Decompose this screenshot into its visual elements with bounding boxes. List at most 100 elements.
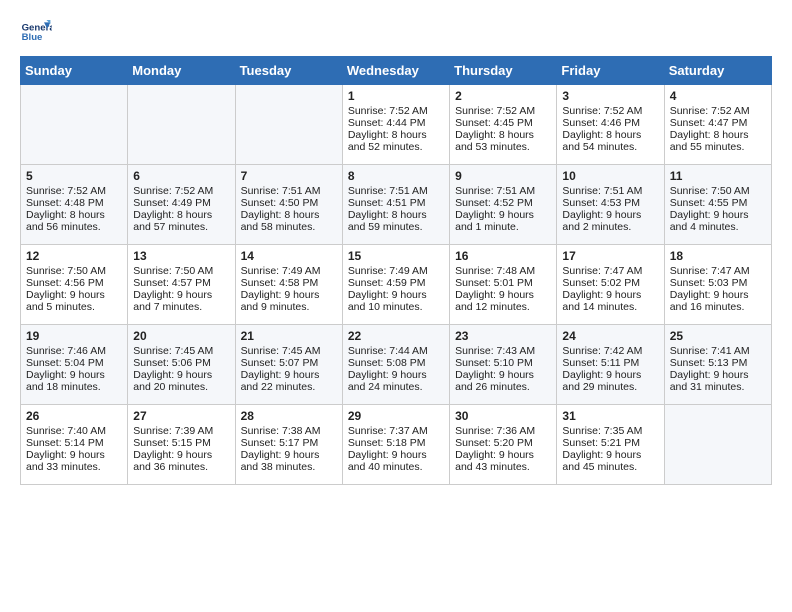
day-number: 20	[133, 329, 229, 343]
page: General Blue SundayMondayTuesdayWednesda…	[0, 0, 792, 501]
logo: General Blue	[20, 16, 56, 48]
day-content: Sunset: 4:46 PM	[562, 117, 658, 129]
day-content: Sunset: 5:20 PM	[455, 437, 551, 449]
day-content: Daylight: 9 hours and 36 minutes.	[133, 449, 229, 473]
calendar-cell	[235, 85, 342, 165]
day-content: Sunset: 5:13 PM	[670, 357, 766, 369]
day-number: 2	[455, 89, 551, 103]
weekday-header-sunday: Sunday	[21, 57, 128, 85]
day-content: Sunset: 4:50 PM	[241, 197, 337, 209]
calendar-cell: 6Sunrise: 7:52 AMSunset: 4:49 PMDaylight…	[128, 165, 235, 245]
calendar-cell: 29Sunrise: 7:37 AMSunset: 5:18 PMDayligh…	[342, 405, 449, 485]
day-number: 14	[241, 249, 337, 263]
calendar-cell: 5Sunrise: 7:52 AMSunset: 4:48 PMDaylight…	[21, 165, 128, 245]
calendar-cell: 13Sunrise: 7:50 AMSunset: 4:57 PMDayligh…	[128, 245, 235, 325]
day-content: Sunrise: 7:36 AM	[455, 425, 551, 437]
day-content: Daylight: 9 hours and 38 minutes.	[241, 449, 337, 473]
calendar-cell: 23Sunrise: 7:43 AMSunset: 5:10 PMDayligh…	[450, 325, 557, 405]
day-content: Sunset: 5:04 PM	[26, 357, 122, 369]
day-content: Sunset: 4:56 PM	[26, 277, 122, 289]
weekday-header-wednesday: Wednesday	[342, 57, 449, 85]
day-content: Daylight: 8 hours and 54 minutes.	[562, 129, 658, 153]
day-number: 24	[562, 329, 658, 343]
weekday-header-thursday: Thursday	[450, 57, 557, 85]
day-content: Sunrise: 7:50 AM	[133, 265, 229, 277]
calendar-cell: 16Sunrise: 7:48 AMSunset: 5:01 PMDayligh…	[450, 245, 557, 325]
day-number: 8	[348, 169, 444, 183]
day-number: 9	[455, 169, 551, 183]
day-content: Sunset: 4:45 PM	[455, 117, 551, 129]
weekday-header-monday: Monday	[128, 57, 235, 85]
day-content: Sunrise: 7:47 AM	[670, 265, 766, 277]
day-number: 10	[562, 169, 658, 183]
day-content: Sunset: 4:55 PM	[670, 197, 766, 209]
day-content: Sunset: 5:07 PM	[241, 357, 337, 369]
weekday-header-tuesday: Tuesday	[235, 57, 342, 85]
calendar-cell: 4Sunrise: 7:52 AMSunset: 4:47 PMDaylight…	[664, 85, 771, 165]
header: General Blue	[20, 16, 772, 48]
day-content: Sunset: 4:51 PM	[348, 197, 444, 209]
day-content: Sunrise: 7:49 AM	[241, 265, 337, 277]
day-content: Sunrise: 7:41 AM	[670, 345, 766, 357]
day-content: Sunset: 5:21 PM	[562, 437, 658, 449]
day-number: 5	[26, 169, 122, 183]
day-content: Daylight: 9 hours and 33 minutes.	[26, 449, 122, 473]
day-number: 6	[133, 169, 229, 183]
day-content: Sunrise: 7:52 AM	[562, 105, 658, 117]
calendar-cell: 27Sunrise: 7:39 AMSunset: 5:15 PMDayligh…	[128, 405, 235, 485]
day-content: Sunrise: 7:51 AM	[241, 185, 337, 197]
day-content: Sunset: 4:53 PM	[562, 197, 658, 209]
day-content: Daylight: 8 hours and 56 minutes.	[26, 209, 122, 233]
calendar-cell: 24Sunrise: 7:42 AMSunset: 5:11 PMDayligh…	[557, 325, 664, 405]
calendar-cell: 15Sunrise: 7:49 AMSunset: 4:59 PMDayligh…	[342, 245, 449, 325]
calendar-cell: 12Sunrise: 7:50 AMSunset: 4:56 PMDayligh…	[21, 245, 128, 325]
day-content: Sunrise: 7:48 AM	[455, 265, 551, 277]
day-content: Sunrise: 7:45 AM	[133, 345, 229, 357]
day-content: Daylight: 9 hours and 16 minutes.	[670, 289, 766, 313]
day-content: Sunset: 4:58 PM	[241, 277, 337, 289]
day-number: 3	[562, 89, 658, 103]
day-content: Sunrise: 7:52 AM	[133, 185, 229, 197]
day-content: Sunrise: 7:47 AM	[562, 265, 658, 277]
day-content: Sunset: 4:57 PM	[133, 277, 229, 289]
day-content: Sunrise: 7:49 AM	[348, 265, 444, 277]
day-content: Daylight: 9 hours and 31 minutes.	[670, 369, 766, 393]
day-content: Sunset: 5:14 PM	[26, 437, 122, 449]
day-content: Sunrise: 7:38 AM	[241, 425, 337, 437]
day-content: Sunrise: 7:39 AM	[133, 425, 229, 437]
day-content: Daylight: 9 hours and 14 minutes.	[562, 289, 658, 313]
day-number: 31	[562, 409, 658, 423]
day-content: Sunrise: 7:43 AM	[455, 345, 551, 357]
logo-icon: General Blue	[20, 16, 52, 48]
day-number: 12	[26, 249, 122, 263]
calendar-cell: 14 Sunrise: 7:49 AMSunset: 4:58 PMDayligh…	[235, 245, 342, 325]
day-content: Daylight: 8 hours and 58 minutes.	[241, 209, 337, 233]
day-content: Daylight: 9 hours and 40 minutes.	[348, 449, 444, 473]
calendar-cell	[21, 85, 128, 165]
day-content: Sunset: 5:08 PM	[348, 357, 444, 369]
day-number: 17	[562, 249, 658, 263]
day-content: Sunrise: 7:51 AM	[348, 185, 444, 197]
calendar-cell: 30Sunrise: 7:36 AMSunset: 5:20 PMDayligh…	[450, 405, 557, 485]
calendar-cell: 20Sunrise: 7:45 AMSunset: 5:06 PMDayligh…	[128, 325, 235, 405]
day-content: Daylight: 9 hours and 18 minutes.	[26, 369, 122, 393]
day-number: 28	[241, 409, 337, 423]
day-content: Sunset: 5:03 PM	[670, 277, 766, 289]
calendar-cell: 31Sunrise: 7:35 AMSunset: 5:21 PMDayligh…	[557, 405, 664, 485]
day-number: 7	[241, 169, 337, 183]
day-number: 4	[670, 89, 766, 103]
day-number: 23	[455, 329, 551, 343]
day-content: Sunset: 5:01 PM	[455, 277, 551, 289]
day-content: Sunrise: 7:44 AM	[348, 345, 444, 357]
day-number: 29	[348, 409, 444, 423]
day-content: Daylight: 9 hours and 20 minutes.	[133, 369, 229, 393]
calendar-cell: 7 Sunrise: 7:51 AMSunset: 4:50 PMDaylight…	[235, 165, 342, 245]
day-content: Sunset: 5:17 PM	[241, 437, 337, 449]
day-number: 18	[670, 249, 766, 263]
calendar-cell: 3 Sunrise: 7:52 AMSunset: 4:46 PMDaylight…	[557, 85, 664, 165]
svg-text:Blue: Blue	[22, 32, 43, 43]
day-content: Daylight: 9 hours and 9 minutes.	[241, 289, 337, 313]
day-content: Daylight: 9 hours and 22 minutes.	[241, 369, 337, 393]
day-content: Daylight: 9 hours and 10 minutes.	[348, 289, 444, 313]
day-content: Daylight: 8 hours and 52 minutes.	[348, 129, 444, 153]
